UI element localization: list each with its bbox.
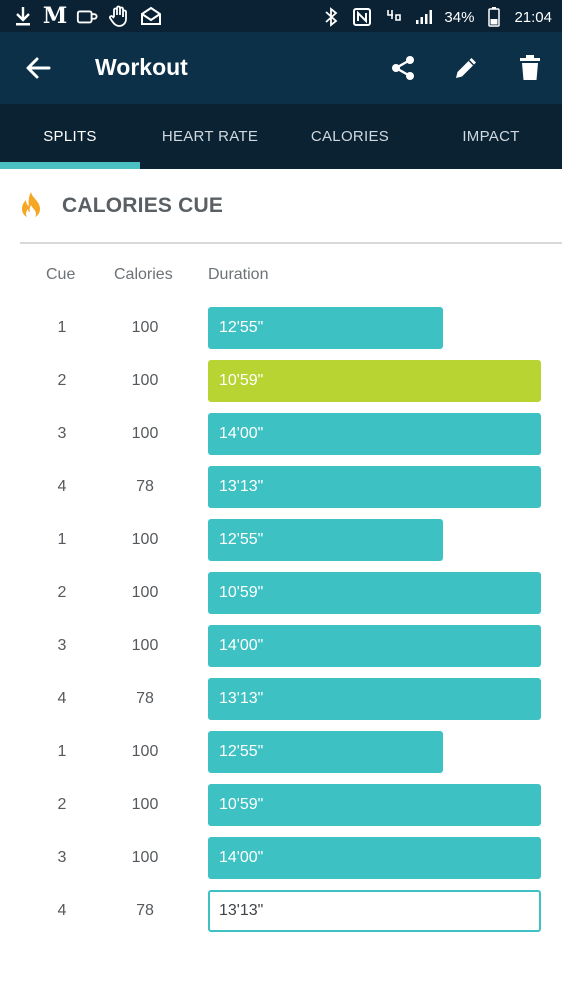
calories-value: 100 [131, 743, 159, 760]
delete-icon[interactable] [514, 52, 546, 84]
duration-bar: 10'59" [208, 360, 541, 402]
section-divider [20, 242, 562, 244]
4g-icon [382, 6, 404, 28]
gmail-icon: M [42, 3, 68, 29]
column-header-cue: Cue [46, 266, 76, 283]
calories-value: 100 [131, 849, 159, 866]
duration-bar: 10'59" [208, 784, 541, 826]
active-tab-indicator [0, 162, 140, 169]
calories-value: 78 [136, 478, 154, 495]
table-row[interactable]: 3 100 14'00" [0, 624, 562, 668]
tab-calories[interactable]: CALORIES [280, 104, 420, 169]
tab-heart-rate[interactable]: HEART RATE [140, 104, 280, 169]
tab-impact[interactable]: IMPACT [421, 104, 561, 169]
table-row[interactable]: 2 100 10'59" [0, 359, 562, 403]
duration-bar: 10'59" [208, 572, 541, 614]
cue-number: 1 [57, 319, 67, 336]
section-title: CALORIES CUE [62, 194, 224, 217]
edit-icon[interactable] [450, 52, 482, 84]
table-row[interactable]: 3 100 14'00" [0, 836, 562, 880]
table-row[interactable]: 1 100 12'55" [0, 518, 562, 562]
cue-number: 4 [57, 690, 67, 707]
hand-icon [108, 5, 130, 27]
share-icon[interactable] [387, 52, 419, 84]
calories-value: 100 [131, 425, 159, 442]
duration-bar: 14'00" [208, 837, 541, 879]
duration-bar: 12'55" [208, 519, 443, 561]
flame-icon [19, 191, 43, 221]
cue-number: 1 [57, 531, 67, 548]
duration-bar: 12'55" [208, 307, 443, 349]
cue-number: 3 [57, 849, 67, 866]
back-arrow-icon[interactable] [24, 54, 52, 82]
cue-number: 2 [57, 372, 67, 389]
tab-bar: SPLITS HEART RATE CALORIES IMPACT [0, 104, 562, 169]
clock: 21:04 [514, 8, 552, 26]
duration-bar: 13'13" [208, 466, 541, 508]
calories-value: 100 [131, 531, 159, 548]
duration-bar: 14'00" [208, 413, 541, 455]
table-row[interactable]: 4 78 13'13" [0, 465, 562, 509]
calories-value: 100 [131, 372, 159, 389]
calories-value: 100 [131, 319, 159, 336]
app-bar: Workout [0, 32, 562, 104]
table-row[interactable]: 4 78 13'13" [0, 677, 562, 721]
column-header-calories: Calories [114, 266, 173, 283]
table-row[interactable]: 2 100 10'59" [0, 571, 562, 615]
download-icon [12, 5, 34, 27]
duration-bar: 13'13" [208, 890, 541, 932]
page-title: Workout [95, 54, 188, 80]
duration-bar: 13'13" [208, 678, 541, 720]
duration-bar: 14'00" [208, 625, 541, 667]
duration-bar: 12'55" [208, 731, 443, 773]
cue-number: 2 [57, 796, 67, 813]
cue-number: 3 [57, 425, 67, 442]
table-row[interactable]: 1 100 12'55" [0, 306, 562, 350]
tab-splits[interactable]: SPLITS [0, 104, 140, 169]
battery-icon [483, 6, 505, 28]
nfc-icon [351, 6, 373, 28]
battery-percent: 34% [444, 8, 475, 26]
table-row[interactable]: 4 78 13'13" [0, 889, 562, 933]
signal-icon [413, 6, 435, 28]
cue-number: 4 [57, 478, 67, 495]
cue-number: 2 [57, 584, 67, 601]
calories-value: 100 [131, 796, 159, 813]
status-bar: M 34% 21:04 [0, 0, 562, 32]
table-row[interactable]: 3 100 14'00" [0, 412, 562, 456]
cue-number: 3 [57, 637, 67, 654]
table-row[interactable]: 1 100 12'55" [0, 730, 562, 774]
calories-value: 100 [131, 584, 159, 601]
bluetooth-icon [320, 6, 342, 28]
cue-number: 4 [57, 902, 67, 919]
inbox-icon [140, 5, 162, 27]
coffee-icon [76, 5, 98, 27]
calories-value: 78 [136, 690, 154, 707]
calories-value: 78 [136, 902, 154, 919]
column-header-duration: Duration [208, 266, 269, 283]
calories-value: 100 [131, 637, 159, 654]
table-row[interactable]: 2 100 10'59" [0, 783, 562, 827]
cue-number: 1 [57, 743, 67, 760]
